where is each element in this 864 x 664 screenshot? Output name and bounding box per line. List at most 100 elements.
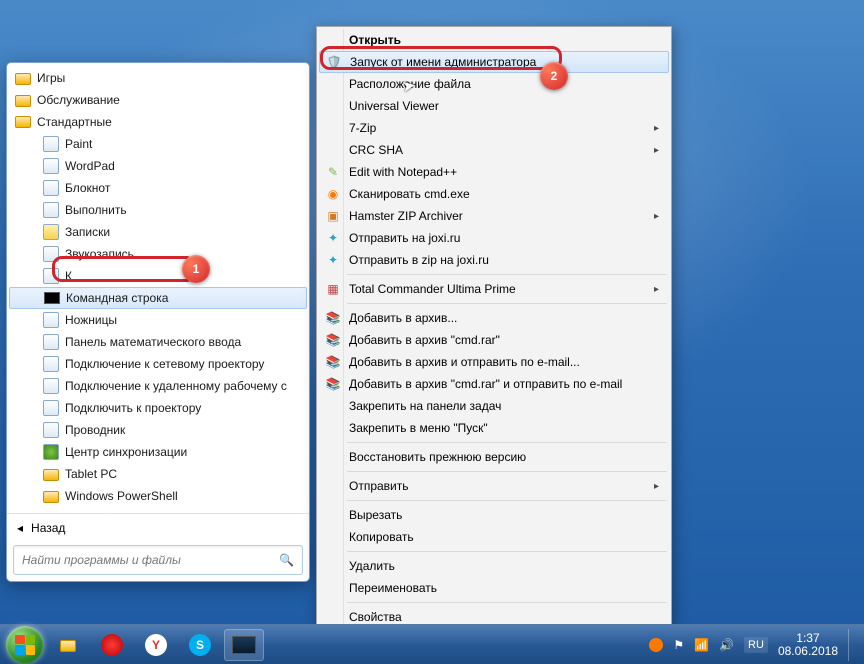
app-notepad[interactable]: Блокнот <box>9 177 307 199</box>
context-menu: Открыть 🛡️Запуск от имени администратора… <box>316 26 672 631</box>
ctx-open-location[interactable]: Расположение файла <box>319 73 669 95</box>
app-cmd[interactable]: Командная строка <box>9 287 307 309</box>
app-netproj[interactable]: Подключение к сетевому проектору <box>9 353 307 375</box>
ctx-joxi-zip[interactable]: ✦Отправить в zip на joxi.ru <box>319 249 669 271</box>
label: Проводник <box>65 423 125 437</box>
folder-icon <box>60 640 76 652</box>
label: Панель математического ввода <box>65 335 241 349</box>
math-icon <box>43 334 59 350</box>
start-menu-list: Игры Обслуживание Стандартные Paint Word… <box>7 63 309 513</box>
task-opera[interactable] <box>92 629 132 661</box>
ctx-pin-taskbar[interactable]: Закрепить на панели задач <box>319 395 669 417</box>
folder-maintenance[interactable]: Обслуживание <box>9 89 307 111</box>
ctx-notepadpp[interactable]: ✎Edit with Notepad++ <box>319 161 669 183</box>
ctx-scan[interactable]: ◉Сканировать cmd.exe <box>319 183 669 205</box>
label: Записки <box>65 225 110 239</box>
clock[interactable]: 1:37 08.06.2018 <box>778 632 838 658</box>
tray-avast-icon[interactable] <box>649 638 663 652</box>
notepad-icon <box>43 180 59 196</box>
label: Свойства <box>349 610 402 624</box>
label: Обслуживание <box>37 93 120 107</box>
app-math[interactable]: Панель математического ввода <box>9 331 307 353</box>
folder-games[interactable]: Игры <box>9 67 307 89</box>
folder-accessories[interactable]: Стандартные <box>9 111 307 133</box>
ctx-archive-email[interactable]: 📚Добавить в архив и отправить по e-mail.… <box>319 351 669 373</box>
app-run[interactable]: Выполнить <box>9 199 307 221</box>
app-icon <box>232 636 256 654</box>
hamster-icon: ▣ <box>325 208 341 224</box>
app-sync[interactable]: Центр синхронизации <box>9 441 307 463</box>
app-proj[interactable]: Подключить к проектору <box>9 397 307 419</box>
folder-tabletpc[interactable]: Tablet PC <box>9 463 307 485</box>
label: Total Commander Ultima Prime <box>349 282 516 296</box>
label: К <box>65 269 72 283</box>
separator <box>347 303 667 304</box>
label: Отправить <box>349 479 409 493</box>
task-yandex[interactable]: Y <box>136 629 176 661</box>
ctx-pin-start[interactable]: Закрепить в меню "Пуск" <box>319 417 669 439</box>
ctx-hamster[interactable]: ▣Hamster ZIP Archiver <box>319 205 669 227</box>
start-button[interactable] <box>6 626 44 664</box>
ctx-sendto[interactable]: Отправить <box>319 475 669 497</box>
avast-icon: ◉ <box>325 186 341 202</box>
label: Подключить к проектору <box>65 401 201 415</box>
ctx-restore[interactable]: Восстановить прежнюю версию <box>319 446 669 468</box>
rar-icon: 📚 <box>325 310 341 326</box>
app-rdp[interactable]: Подключение к удаленному рабочему с <box>9 375 307 397</box>
ctx-add-cmdrar[interactable]: 📚Добавить в архив "cmd.rar" <box>319 329 669 351</box>
folder-powershell[interactable]: Windows PowerShell <box>9 485 307 507</box>
ctx-copy[interactable]: Копировать <box>319 526 669 548</box>
ctx-joxi[interactable]: ✦Отправить на joxi.ru <box>319 227 669 249</box>
search-icon: 🔍 <box>279 553 294 567</box>
app-paint[interactable]: Paint <box>9 133 307 155</box>
ctx-add-archive[interactable]: 📚 Добавить в архив... <box>319 307 669 329</box>
show-desktop[interactable] <box>848 629 858 661</box>
label: Удалить <box>349 559 395 573</box>
folder-icon <box>43 466 59 482</box>
label: Блокнот <box>65 181 110 195</box>
ctx-crc-sha[interactable]: CRC SHA <box>319 139 669 161</box>
tray-volume-icon[interactable]: 🔊 <box>719 638 734 652</box>
explorer-icon <box>43 422 59 438</box>
search-input[interactable]: Найти программы и файлы🔍 <box>13 545 303 575</box>
snip-icon <box>43 312 59 328</box>
label: Tablet PC <box>65 467 117 481</box>
language-indicator[interactable]: RU <box>744 637 768 653</box>
paint-icon <box>43 136 59 152</box>
rar-icon: 📚 <box>325 332 341 348</box>
label: Звукозапись <box>65 247 134 261</box>
netproj-icon <box>43 356 59 372</box>
ctx-delete[interactable]: Удалить <box>319 555 669 577</box>
generic-icon <box>43 268 59 284</box>
ctx-rename[interactable]: Переименовать <box>319 577 669 599</box>
task-skype[interactable]: S <box>180 629 220 661</box>
ctx-cut[interactable]: Вырезать <box>319 504 669 526</box>
label: Отправить на joxi.ru <box>349 231 460 245</box>
label: Добавить в архив... <box>349 311 457 325</box>
app-wordpad[interactable]: WordPad <box>9 155 307 177</box>
separator <box>347 500 667 501</box>
sticky-icon <box>43 224 59 240</box>
app-snip[interactable]: Ножницы <box>9 309 307 331</box>
back-button[interactable]: ◂Назад <box>7 513 309 541</box>
tray-flag-icon[interactable]: ⚑ <box>673 638 684 652</box>
rdp-icon <box>43 378 59 394</box>
app-truncated[interactable]: К <box>9 265 307 287</box>
label: Windows PowerShell <box>65 489 178 503</box>
ctx-open[interactable]: Открыть <box>319 29 669 51</box>
label: Вырезать <box>349 508 402 522</box>
task-explorer[interactable] <box>48 629 88 661</box>
label: Выполнить <box>65 203 127 217</box>
app-sticky[interactable]: Записки <box>9 221 307 243</box>
app-soundrec[interactable]: Звукозапись <box>9 243 307 265</box>
ctx-7zip[interactable]: 7-Zip <box>319 117 669 139</box>
ctx-tc[interactable]: ▦Total Commander Ultima Prime <box>319 278 669 300</box>
label: Открыть <box>349 33 401 47</box>
ctx-cmdrar-email[interactable]: 📚Добавить в архив "cmd.rar" и отправить … <box>319 373 669 395</box>
tray-network-icon[interactable]: 📶 <box>694 638 709 652</box>
app-explorer[interactable]: Проводник <box>9 419 307 441</box>
ctx-universal-viewer[interactable]: Universal Viewer <box>319 95 669 117</box>
ctx-run-as-admin[interactable]: 🛡️Запуск от имени администратора <box>319 51 669 73</box>
time: 1:37 <box>778 632 838 645</box>
task-app[interactable] <box>224 629 264 661</box>
